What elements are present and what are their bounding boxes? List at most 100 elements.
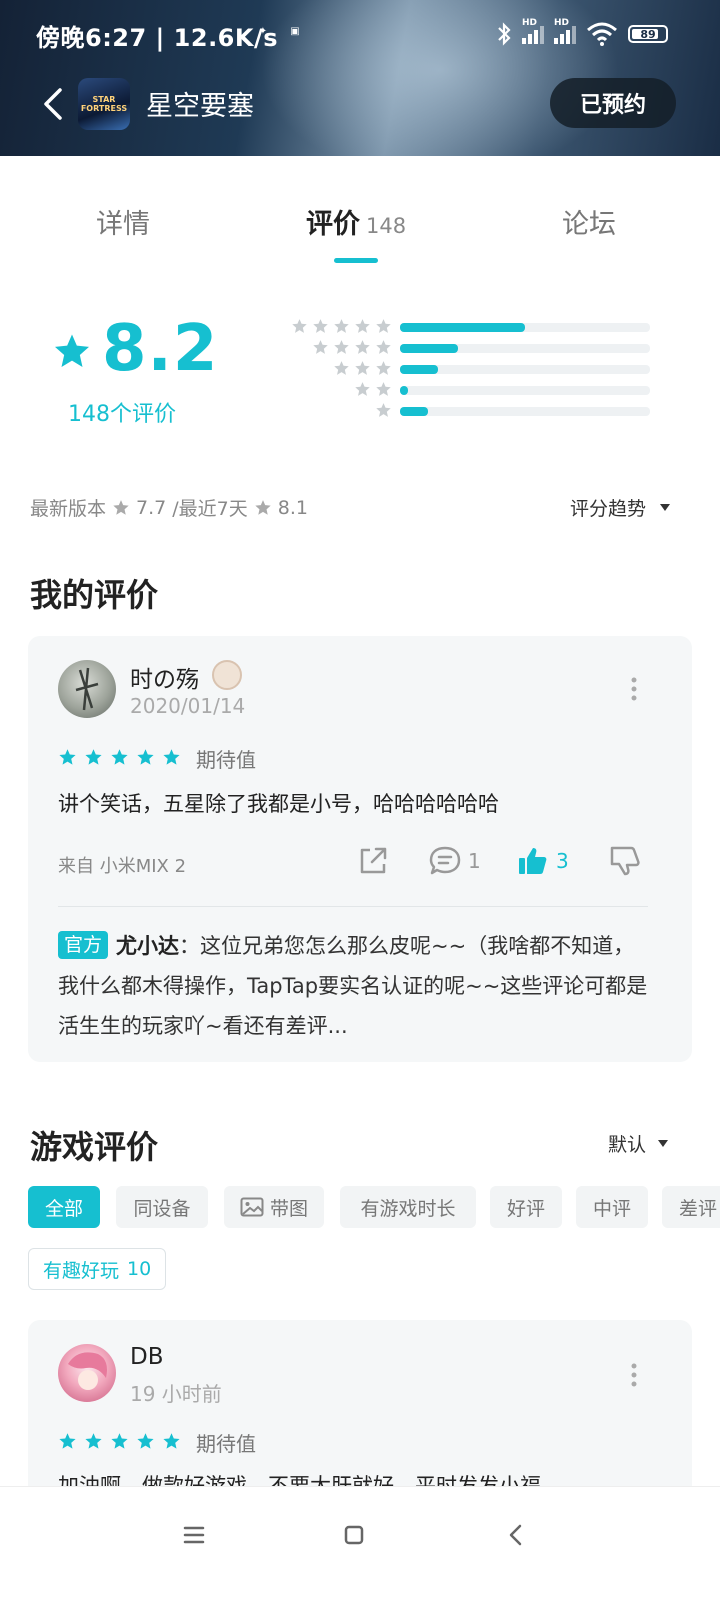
more-options-icon[interactable] [626, 674, 642, 704]
more-options-icon[interactable] [626, 1360, 642, 1390]
filter-with-image-label: 带图 [269, 1197, 308, 1220]
recent-label: /最近7天 [172, 498, 248, 520]
star-icon [334, 340, 349, 354]
star-icon [85, 749, 102, 765]
tag-chip-count: 10 [127, 1258, 152, 1280]
filter-playtime[interactable]: 有游戏时长 [340, 1186, 476, 1228]
game-app-icon[interactable]: STAR FORTRESS [78, 78, 130, 130]
review-user-name[interactable]: DB [130, 1344, 164, 1370]
image-icon [240, 1197, 264, 1217]
review-time: 19 小时前 [130, 1382, 222, 1406]
dropdown-caret-icon [660, 504, 670, 511]
star-icon [334, 319, 349, 333]
star-icon [313, 340, 328, 354]
avatar[interactable] [58, 1344, 116, 1402]
like-button[interactable]: 3 [516, 844, 569, 878]
tab-forum-label: 论坛 [562, 209, 616, 240]
star-icon [355, 340, 370, 354]
back-icon[interactable] [496, 1515, 536, 1555]
review-stars [58, 1432, 181, 1451]
latest-version-score: 7.7 [136, 496, 167, 519]
sort-label: 默认 [607, 1134, 646, 1156]
thumbs-up-icon [519, 848, 547, 874]
filter-same-device[interactable]: 同设备 [116, 1186, 208, 1228]
avatar-character-icon [68, 1352, 107, 1390]
avatar[interactable] [58, 660, 116, 718]
game-title: 星空要塞 [146, 91, 254, 122]
tab-details[interactable]: 详情 [96, 202, 150, 241]
star-icon [376, 319, 391, 333]
star-icon [111, 749, 128, 765]
distribution-row-4-star [270, 339, 670, 359]
notification-icon: ✦ [258, 26, 268, 37]
distribution-bar-track [400, 323, 650, 332]
distribution-bar-fill [400, 365, 438, 374]
rating-trend-button[interactable]: 评分趋势 [570, 494, 670, 521]
tab-forum[interactable]: 论坛 [562, 202, 616, 241]
status-bar: 傍晚6:27 | 12.6K/s ✦ ▣ HD HD 89 [0, 0, 720, 66]
distribution-stars [354, 381, 392, 398]
thumbs-down-icon [610, 846, 640, 876]
home-icon[interactable] [334, 1515, 374, 1555]
avatar-figure-icon [75, 667, 99, 711]
signal-1-icon: HD [522, 18, 544, 44]
overall-score: 8.2 148个评价 [50, 312, 230, 438]
star-icon [59, 1433, 76, 1449]
score-star-icon [55, 334, 89, 367]
comment-icon [429, 846, 461, 875]
distribution-row-3-star [270, 360, 670, 380]
version-score-line: 最新版本 7.7 /最近7天 8.1 [30, 494, 308, 521]
review-filter-bar: 全部 同设备 带图 有游戏时长 好评 中评 差评 [28, 1186, 720, 1230]
star-icon [292, 319, 307, 333]
distribution-bar-track [400, 365, 650, 374]
menu-icon[interactable] [174, 1515, 214, 1555]
wifi-icon [587, 22, 617, 46]
comment-count: 1 [468, 849, 481, 873]
review-body: 讲个笑话，五星除了我都是小号，哈哈哈哈哈哈 [58, 792, 499, 816]
distribution-bar-fill [400, 407, 428, 416]
tab-reviews[interactable]: 评价 148 [306, 202, 406, 241]
dislike-button[interactable] [608, 844, 642, 878]
distribution-row-2-star [270, 381, 670, 401]
game-reviews-title: 游戏评价 [30, 1128, 159, 1166]
app-bar: STAR FORTRESS 星空要塞 已预约 [0, 70, 720, 140]
reserved-button[interactable]: 已预约 [550, 78, 676, 128]
review-count: 148个评价 [68, 402, 176, 427]
distribution-row-1-star [270, 402, 670, 422]
app-header: 傍晚6:27 | 12.6K/s ✦ ▣ HD HD 89 STAR FORTR… [0, 0, 720, 156]
distribution-stars [291, 318, 392, 335]
review-device: 来自 小米MIX 2 [58, 856, 187, 877]
tag-chip-fun[interactable]: 有趣好玩 10 [28, 1248, 167, 1290]
star-icon [355, 382, 370, 396]
sort-dropdown[interactable]: 默认 [608, 1130, 668, 1157]
star-icon [355, 361, 370, 375]
share-icon [360, 847, 387, 874]
expectation-label: 期待值 [196, 1432, 256, 1456]
share-button[interactable] [356, 844, 390, 878]
distribution-bar-track [400, 344, 650, 353]
filter-with-image[interactable]: 带图 [224, 1186, 324, 1228]
review-stars [58, 748, 181, 767]
star-icon [355, 319, 370, 333]
filter-positive[interactable]: 好评 [490, 1186, 562, 1228]
tab-details-label: 详情 [96, 209, 150, 240]
distribution-row-5-star [270, 318, 670, 338]
star-icon [137, 749, 154, 765]
filter-neutral[interactable]: 中评 [576, 1186, 648, 1228]
active-tab-indicator [334, 258, 378, 263]
distribution-stars [312, 339, 392, 356]
review-user-name[interactable]: 时の殇 [130, 660, 199, 694]
official-reply-name: 尤小达 [116, 934, 180, 958]
filter-all[interactable]: 全部 [28, 1186, 100, 1228]
like-count: 3 [556, 849, 569, 873]
star-icon [255, 499, 271, 515]
star-icon [334, 361, 349, 375]
back-arrow-icon[interactable] [40, 86, 70, 122]
battery-level: 89 [640, 27, 656, 41]
star-icon [137, 1433, 154, 1449]
star-icon [376, 361, 391, 375]
filter-negative[interactable]: 差评 [662, 1186, 720, 1228]
star-icon [85, 1433, 102, 1449]
comment-button[interactable]: 1 [428, 844, 481, 878]
star-icon [163, 1433, 180, 1449]
